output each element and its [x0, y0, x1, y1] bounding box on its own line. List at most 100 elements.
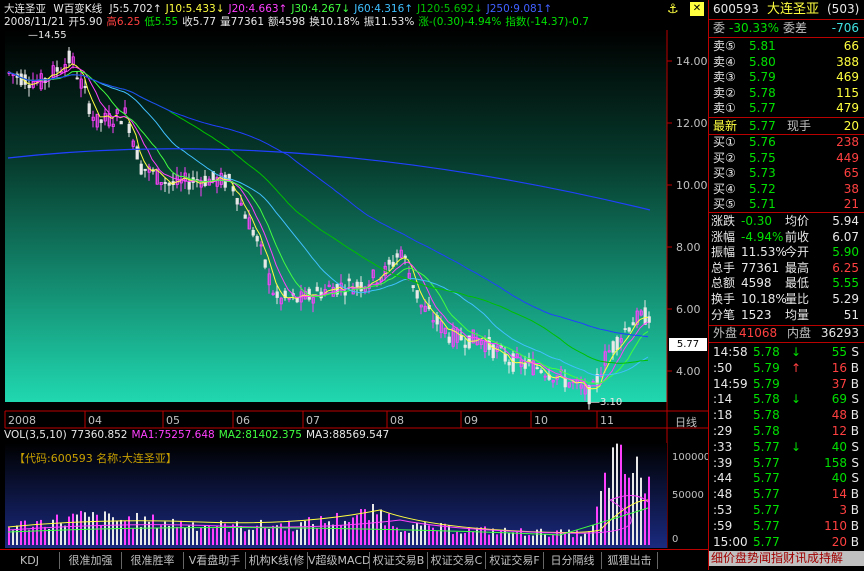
candle-body [563, 377, 567, 388]
candle-body [167, 182, 171, 186]
stat-row-cell: 换手 [711, 292, 736, 306]
ask-row-cell: 5.80 [749, 54, 776, 69]
period-label[interactable]: 日线 [675, 414, 697, 430]
stat-row-cell: 均价 [785, 214, 810, 228]
stat-row-cell: 5.55 [832, 276, 859, 291]
ask-row-cell: 卖② [713, 85, 736, 100]
stat-row: 总手 77361 最高 6.25 [709, 261, 864, 276]
candle-body [235, 198, 239, 205]
candle-body [275, 291, 279, 298]
volume-bar [496, 534, 498, 545]
bid-row-cell: 65 [843, 166, 859, 180]
tick-row-cell: 158 [824, 455, 847, 470]
ask-row: 卖④ 5.80 388 [709, 55, 864, 70]
xianshou-label: 现手 [787, 119, 812, 133]
indicator-tab[interactable]: V看盘助手 [184, 552, 246, 569]
volume-bar [304, 520, 306, 545]
date-tick-label: 2008 [8, 414, 36, 427]
tick-row-cell: :33 [713, 439, 733, 454]
stat-row-cell: 均量 [785, 307, 810, 322]
quote-footer-tabs[interactable]: 细价盘势闻指财讯成持解 [709, 551, 864, 566]
ma-label: J60:4.316↑ [354, 3, 414, 15]
volume-bar [364, 509, 366, 545]
stat-row-cell: 前收 [785, 229, 810, 244]
stock-num: (503) [827, 2, 860, 16]
volume-bar [316, 528, 318, 545]
candle-body [315, 286, 319, 292]
tick-row-cell: 3 [839, 503, 847, 517]
indicator-tab[interactable]: 权证交易B [370, 552, 428, 569]
bar-volume: 量77361 [220, 16, 264, 28]
volume-bar [524, 535, 526, 545]
tick-row-cell: 5.78 [753, 345, 780, 359]
indicator-tab[interactable]: V超级MACD [308, 552, 370, 569]
candle-body [87, 103, 91, 115]
volume-bar [644, 493, 646, 545]
anchor-icon[interactable]: ⚓ [667, 2, 679, 17]
bar-high: 高6.25 [106, 16, 141, 28]
ask-row-cell: 卖① [713, 101, 736, 115]
ask-row-cell: 469 [836, 70, 859, 84]
tick-row-cell: 5.77 [753, 534, 780, 549]
bid-row: 买④ 5.72 38 [709, 182, 864, 197]
indicator-tab[interactable]: 很准胜率 [122, 552, 184, 569]
candle-body [343, 291, 347, 296]
outer-inner-row: 外盘 41068 内盘 36293 [709, 326, 864, 341]
volume-bar [416, 522, 418, 545]
bid-row-cell: 买④ [713, 181, 736, 196]
volume-bar [268, 528, 270, 545]
volume-bar [68, 516, 70, 545]
indicator-tab[interactable]: 日分隔线 [544, 552, 602, 569]
volume-bar [320, 516, 322, 545]
bid-row-cell: 买③ [713, 166, 736, 180]
stock-code: 600593 [713, 2, 759, 16]
volume-bar [176, 526, 178, 545]
tick-row-cell: S [851, 392, 859, 407]
tick-row-cell: S [851, 439, 859, 454]
volume-bar [308, 517, 310, 545]
candle-body [255, 236, 259, 242]
indicator-tab[interactable]: KDJ [0, 552, 60, 569]
vol-ma2: MA2:81402.375 [218, 429, 302, 441]
indicator-tab[interactable]: 很准加强 [60, 552, 122, 569]
volume-bar [20, 521, 22, 545]
volume-bar [392, 526, 394, 545]
tick-row: :33 5.77 ↓ 40 S [709, 440, 864, 455]
stat-row: 分笔 1523 均量 51 [709, 308, 864, 323]
volume-bar [476, 527, 478, 545]
close-icon[interactable]: ✕ [690, 2, 704, 16]
tick-row-cell: 5.78 [753, 424, 780, 438]
stat-row-cell: -0.30 [741, 214, 773, 228]
kline-chart-area[interactable]: 大连圣亚 W百变K线 J5:5.702↑ J10:5.433↓ J20:4.663↑… [0, 0, 708, 548]
stat-row-cell: -4.94% [741, 229, 784, 244]
volume-bar [448, 525, 450, 545]
volume-bar [136, 512, 138, 545]
volume-bar [596, 506, 598, 545]
ask-row-cell: 5.77 [749, 101, 776, 115]
stat-row-cell: 11.53% [741, 245, 787, 260]
volume-bar [300, 522, 302, 545]
indicator-tab[interactable]: 机构K线(修 [246, 552, 308, 569]
bid-row-cell: 5.76 [749, 135, 776, 149]
volume-tick-label: 0 [672, 534, 678, 545]
stat-row-cell: 10.18% [741, 292, 787, 306]
volume-bar [604, 472, 606, 545]
candle-body [631, 322, 635, 326]
volume-bar [256, 525, 258, 545]
indicator-tab[interactable]: 权证交易F [486, 552, 544, 569]
volume-bar [240, 526, 242, 545]
tick-row: 15:00 5.77 20 B [709, 535, 864, 550]
tick-row-cell: ↓ [791, 345, 802, 359]
tick-row-cell: B [850, 518, 859, 533]
indicator-tab[interactable]: 权证交易C [428, 552, 486, 569]
volume-bar [372, 504, 374, 545]
volume-bar [488, 534, 490, 545]
ask-row: 卖② 5.78 115 [709, 86, 864, 101]
volume-bar [184, 527, 186, 545]
indicator-tab[interactable]: 狐狸出击 [602, 552, 658, 569]
bid-row-cell: 38 [843, 181, 859, 196]
date-tick-label: 10 [534, 414, 548, 427]
footer-tabs-text[interactable]: 细价盘势闻指财讯成持解 [711, 551, 843, 566]
volume-bar [12, 530, 14, 545]
tick-row-cell: 55 [831, 345, 847, 359]
